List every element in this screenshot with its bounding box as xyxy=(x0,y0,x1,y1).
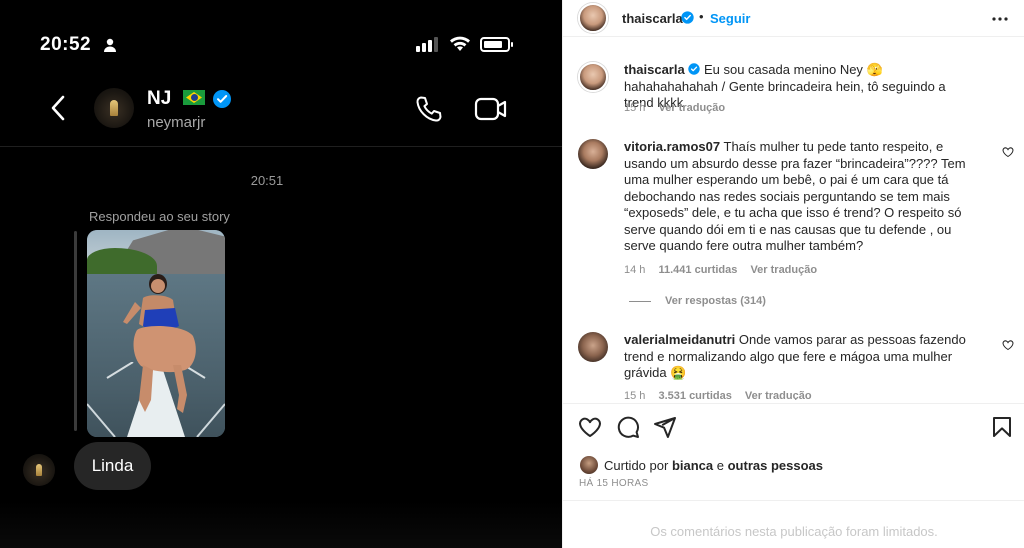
caption-username[interactable]: thaiscarla xyxy=(624,62,685,77)
person-graphic xyxy=(123,274,196,413)
replied-label: Respondeu ao seu story xyxy=(89,209,230,224)
verified-icon xyxy=(688,63,701,75)
follow-button[interactable]: Seguir xyxy=(710,11,750,26)
video-icon[interactable] xyxy=(474,94,508,124)
liked-by-join: e xyxy=(716,457,724,473)
story-thumbnail[interactable] xyxy=(87,230,225,437)
heart-icon[interactable] xyxy=(1002,339,1014,351)
replies-line xyxy=(629,301,651,302)
verified-icon xyxy=(213,90,231,108)
caption-avatar[interactable] xyxy=(578,62,608,92)
dot-separator: • xyxy=(699,9,704,24)
chat-handle: neymarjr xyxy=(147,114,206,131)
liked-by-avatar[interactable] xyxy=(580,456,598,474)
verified-icon xyxy=(681,11,694,24)
reply-bar xyxy=(74,231,77,431)
caption-meta: 15 h Ver tradução xyxy=(624,102,735,114)
liked-by-prefix: Curtido por xyxy=(604,457,669,473)
comment-translate[interactable]: Ver tradução xyxy=(745,390,812,400)
comment-text: valerialmeidanutri Onde vamos parar as p… xyxy=(624,332,970,382)
caption-time[interactable]: 15 h xyxy=(624,102,645,114)
post-header: thaiscarla • Seguir xyxy=(563,0,1024,37)
actions-divider xyxy=(563,403,1024,404)
heart-icon[interactable] xyxy=(1002,146,1014,158)
wifi-icon xyxy=(450,36,470,51)
more-icon[interactable] xyxy=(992,12,1008,26)
signal-icon xyxy=(416,37,438,52)
post-panel: thaiscarla • Seguir thaiscarla Eu sou ca… xyxy=(562,0,1024,548)
comment-icon[interactable] xyxy=(616,415,640,439)
liked-by-others[interactable]: outras pessoas xyxy=(728,458,823,473)
comment-meta: 15 h 3.531 curtidas Ver tradução xyxy=(624,390,822,400)
message-time: 20:51 xyxy=(250,173,284,188)
liked-by: Curtido por bianca e outras pessoas xyxy=(580,456,823,474)
share-icon[interactable] xyxy=(653,415,677,439)
comment-text: vitoria.ramos07 Thaís mulher tu pede tan… xyxy=(624,139,970,255)
bottom-divider xyxy=(563,500,1024,501)
heart-icon[interactable] xyxy=(578,415,602,439)
call-icon[interactable] xyxy=(414,94,444,124)
bookmark-icon[interactable] xyxy=(990,415,1014,439)
comment-username[interactable]: valerialmeidanutri xyxy=(624,332,735,347)
comment-avatar[interactable] xyxy=(578,139,608,169)
post-timestamp[interactable]: HÁ 15 HORAS xyxy=(579,478,648,489)
comment-body: Thaís mulher tu pede tanto respeito, e u… xyxy=(624,139,966,253)
author-username[interactable]: thaiscarla xyxy=(622,11,683,26)
back-icon[interactable] xyxy=(48,94,68,122)
battery-icon xyxy=(480,36,513,52)
sender-avatar xyxy=(23,454,55,486)
status-time: 20:52 xyxy=(40,34,92,55)
chat-name[interactable]: NJ xyxy=(147,88,171,110)
chat-avatar[interactable] xyxy=(94,88,134,128)
post-media: 20:52 NJ neymarjr 20:51 Respondeu ao seu… xyxy=(0,0,562,548)
comment-meta: 14 h 11.441 curtidas Ver tradução xyxy=(624,264,827,276)
comment-likes[interactable]: 11.441 curtidas xyxy=(658,264,737,276)
message-bubble: Linda xyxy=(74,442,151,490)
comment-likes[interactable]: 3.531 curtidas xyxy=(658,390,731,400)
chat-header: NJ neymarjr xyxy=(0,78,562,144)
comment-avatar[interactable] xyxy=(578,332,608,362)
comment-translate[interactable]: Ver tradução xyxy=(750,264,817,276)
header-divider xyxy=(0,146,562,147)
brazil-flag-icon xyxy=(183,90,205,105)
comment-username[interactable]: vitoria.ramos07 xyxy=(624,139,720,154)
liked-by-user[interactable]: bianca xyxy=(672,458,713,473)
comment-time[interactable]: 15 h xyxy=(624,390,645,400)
view-replies-button[interactable]: Ver respostas (314) xyxy=(665,295,766,307)
comments-limited-notice: Os comentários nesta publicação foram li… xyxy=(650,524,938,539)
caption-translate[interactable]: Ver tradução xyxy=(658,102,725,114)
comment-time[interactable]: 14 h xyxy=(624,264,645,276)
author-avatar[interactable] xyxy=(578,3,608,33)
person-icon xyxy=(104,38,116,52)
